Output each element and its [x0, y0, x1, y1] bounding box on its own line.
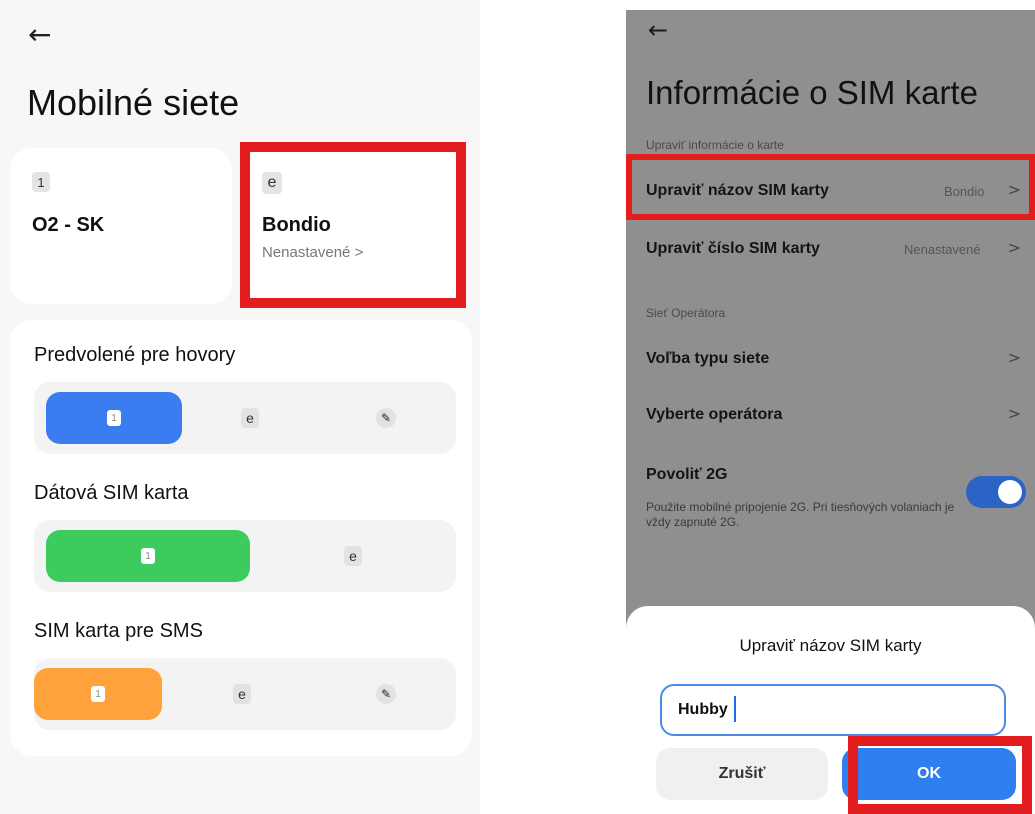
sim-preferences-panel: Predvolené pre hovory 1 e ✎ Dátová SIM k… — [10, 320, 472, 756]
sms-option-ask[interactable]: ✎ — [318, 658, 454, 730]
pencil-icon: ✎ — [376, 408, 396, 428]
cancel-button[interactable]: Zrušiť — [656, 748, 828, 800]
chevron-right-icon: > — [1007, 404, 1021, 423]
text-cursor — [734, 696, 736, 722]
sms-sim-selector: 1 e ✎ — [34, 658, 456, 730]
page-title: Informácie o SIM karte — [646, 74, 978, 111]
esim-icon: e — [241, 408, 259, 428]
highlight-box — [240, 142, 466, 308]
back-arrow-icon[interactable]: ← — [28, 18, 51, 51]
esim-icon: e — [344, 546, 362, 566]
data-sim-selector: 1 e — [34, 520, 456, 592]
data-option-esim[interactable]: e — [250, 520, 456, 592]
data-pref-label: Dátová SIM karta — [34, 482, 189, 504]
highlight-box — [626, 154, 1035, 220]
row-value: Nenastavené — [904, 242, 981, 257]
toggle-knob — [998, 480, 1022, 504]
esim-icon: e — [233, 684, 251, 704]
back-arrow-icon[interactable]: ← — [648, 16, 668, 44]
pencil-icon: ✎ — [376, 684, 396, 704]
sim-card-1[interactable]: 1 O2 - SK — [10, 148, 232, 304]
chevron-right-icon: > — [1007, 348, 1021, 367]
row-label: Vyberte operátora — [646, 406, 783, 423]
sim-1-icon: 1 — [91, 686, 105, 702]
section-header: Sieť Operátora — [646, 306, 726, 320]
calls-option-esim[interactable]: e — [182, 382, 318, 454]
calls-pref-label: Predvolené pre hovory — [34, 344, 236, 366]
calls-selected-option[interactable]: 1 — [46, 392, 182, 444]
calls-option-ask[interactable]: ✎ — [318, 382, 454, 454]
row-label: Upraviť číslo SIM karty — [646, 240, 820, 257]
calls-sim-selector: 1 e ✎ — [34, 382, 456, 454]
sim-1-badge-icon: 1 — [32, 172, 50, 192]
sim-1-icon: 1 — [107, 410, 121, 426]
highlight-box — [848, 736, 1032, 814]
sim-1-icon: 1 — [141, 548, 155, 564]
row-label: Voľba typu siete — [646, 350, 770, 367]
mobile-networks-screen: ← Mobilné siete 1 O2 - SK e Bondio Nenas… — [0, 0, 480, 814]
sim-name: O2 - SK — [32, 214, 105, 236]
sim-name-input[interactable] — [660, 684, 1006, 736]
allow-2g-description: Použite mobilné pripojenie 2G. Pri tiesň… — [646, 500, 955, 529]
section-header: Upraviť informácie o karte — [646, 138, 784, 152]
sms-selected-option[interactable]: 1 — [34, 668, 162, 720]
sms-option-esim[interactable]: e — [174, 658, 310, 730]
dialog-title: Upraviť názov SIM karty — [739, 636, 922, 655]
chevron-right-icon: > — [1007, 238, 1021, 257]
sim-info-screen: ← Informácie o SIM karte Upraviť informá… — [626, 10, 1035, 814]
edit-sim-number-row[interactable]: Upraviť číslo SIM karty Nenastavené > — [626, 220, 1035, 280]
network-type-row[interactable]: Voľba typu siete > — [626, 336, 1035, 386]
page-title: Mobilné siete — [27, 82, 240, 123]
allow-2g-label: Povoliť 2G — [646, 466, 728, 483]
data-selected-option[interactable]: 1 — [46, 530, 250, 582]
sms-pref-label: SIM karta pre SMS — [34, 620, 203, 642]
select-operator-row[interactable]: Vyberte operátora > — [626, 394, 1035, 444]
allow-2g-toggle[interactable] — [966, 476, 1026, 508]
